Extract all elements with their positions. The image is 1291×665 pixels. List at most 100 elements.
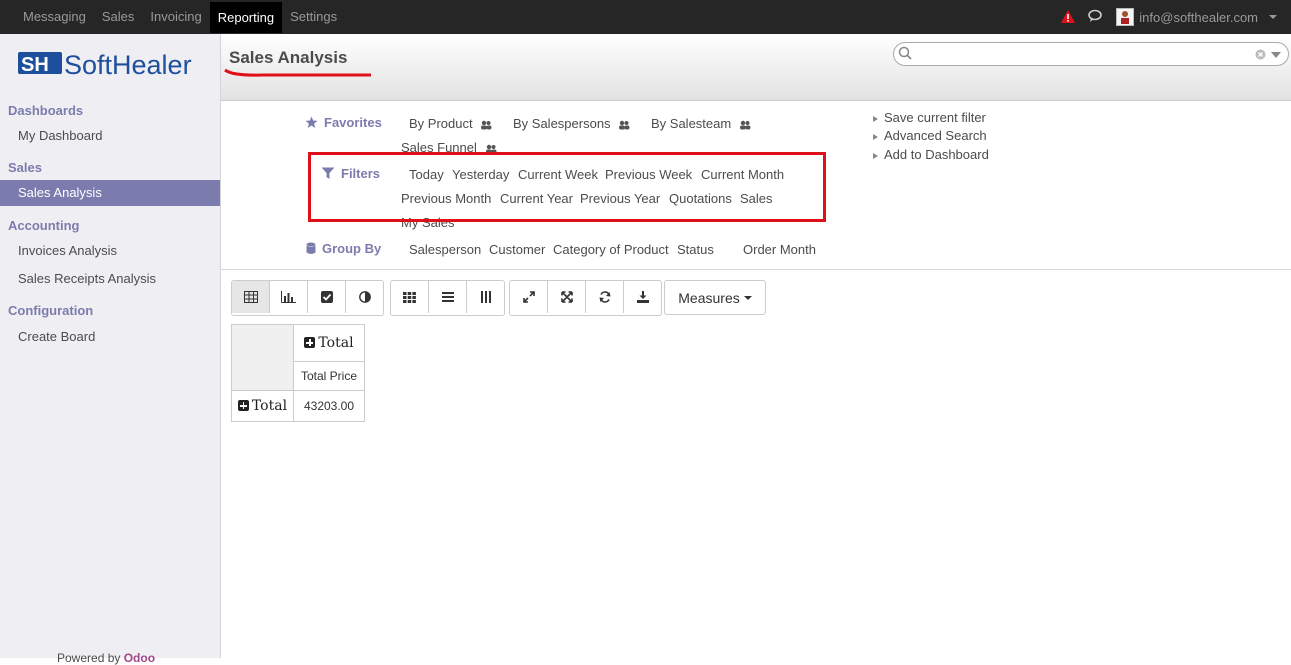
pivot-cell-value: 43203.00 (293, 390, 365, 422)
favorite-by-salespersons[interactable]: By Salespersons (513, 116, 630, 131)
sidebar-section-configuration: Configuration (8, 303, 94, 318)
clear-icon[interactable] (1255, 49, 1266, 60)
chevron-down-icon (743, 295, 752, 300)
favorite-label: By Salesteam (651, 116, 732, 131)
sidebar-section-sales: Sales (8, 160, 42, 175)
warning-icon[interactable] (1060, 9, 1076, 25)
powered-by: Powered by Odoo (57, 651, 155, 665)
caret-right-icon (873, 152, 878, 159)
pie-chart-icon (358, 291, 371, 303)
pivot-col-header[interactable]: Total (293, 324, 365, 362)
groupby-category-of-product[interactable]: Category of Product (553, 242, 669, 257)
table-icon (243, 291, 258, 303)
pivot-table: Total Total Price Total 43203.00 (231, 324, 365, 422)
groupby-customer[interactable]: Customer (489, 242, 545, 257)
refresh-icon (599, 291, 610, 303)
caret-right-icon (873, 133, 878, 140)
favorites-label: Favorites (324, 115, 382, 130)
grid-icon (403, 291, 416, 303)
powered-by-label: Powered by (57, 651, 121, 665)
search-icon (898, 46, 912, 60)
heatmap-button[interactable] (391, 281, 429, 313)
line-chart-button[interactable] (308, 281, 346, 313)
shared-users-icon (619, 120, 630, 130)
save-current-filter[interactable]: Save current filter (873, 110, 986, 125)
menu-sales[interactable]: Sales (94, 0, 143, 34)
red-underline-annotation (224, 68, 371, 77)
download-button[interactable] (624, 281, 661, 313)
measures-dropdown[interactable]: Measures (664, 280, 766, 315)
checkbox-icon (320, 291, 333, 303)
action-label: Add to Dashboard (884, 147, 989, 162)
menu-settings[interactable]: Settings (282, 0, 345, 34)
action-label: Save current filter (884, 110, 986, 125)
groupby-label: Group By (322, 241, 382, 256)
bar-chart-icon (281, 291, 296, 303)
svg-text:SoftHealer: SoftHealer (64, 50, 192, 80)
advanced-search[interactable]: Advanced Search (873, 128, 987, 143)
groupby-order-month[interactable]: Order Month (743, 242, 816, 257)
caret-right-icon (873, 115, 878, 122)
groupby-group: Group By (306, 241, 381, 256)
add-to-dashboard[interactable]: Add to Dashboard (873, 147, 989, 162)
groupby-status[interactable]: Status (677, 242, 714, 257)
search-box[interactable] (893, 42, 1289, 66)
chevron-down-icon (1269, 15, 1277, 19)
sidebar-item-create-board[interactable]: Create Board (0, 324, 220, 350)
sidebar-item-sales-analysis[interactable]: Sales Analysis (0, 180, 220, 206)
search-input[interactable] (916, 45, 1250, 65)
pivot-row-header[interactable]: Total (231, 390, 294, 422)
svg-text:SH: SH (21, 54, 49, 76)
database-icon (306, 242, 316, 254)
pivot-corner (231, 324, 294, 391)
col-header-label: Total (318, 335, 354, 351)
odoo-link[interactable]: Odoo (124, 651, 155, 665)
softhealer-logo[interactable]: SH SoftHealer (18, 48, 208, 82)
action-group (509, 280, 662, 316)
flip-axis-button[interactable] (548, 281, 586, 313)
row-heatmap-button[interactable] (429, 281, 467, 313)
favorites-group: Favorites (305, 115, 382, 130)
search-options-icon[interactable] (1271, 52, 1281, 58)
menu-reporting[interactable]: Reporting (209, 2, 283, 33)
favorite-label: By Product (409, 116, 473, 131)
chat-icon[interactable] (1088, 9, 1104, 26)
sidebar: SH SoftHealer Dashboards My Dashboard Sa… (0, 34, 221, 665)
action-label: Advanced Search (884, 128, 987, 143)
view-mode-group (231, 280, 384, 316)
pivot-view-button[interactable] (232, 281, 270, 313)
pivot-measure-header: Total Price (293, 361, 365, 391)
menu-messaging[interactable]: Messaging (15, 0, 94, 34)
row-header-label: Total (251, 398, 288, 414)
page-title: Sales Analysis (229, 48, 348, 67)
plus-square-icon (237, 400, 249, 411)
avatar (1116, 8, 1135, 26)
sidebar-item-invoices-analysis[interactable]: Invoices Analysis (0, 238, 220, 264)
arrows-icon (560, 291, 573, 303)
shared-users-icon (739, 120, 751, 130)
groupby-salesperson[interactable]: Salesperson (409, 242, 481, 257)
favorite-by-salesteam[interactable]: By Salesteam (651, 116, 751, 131)
sidebar-section-accounting: Accounting (8, 218, 80, 233)
sidebar-item-my-dashboard[interactable]: My Dashboard (0, 123, 220, 149)
expand-icon (522, 291, 535, 303)
pie-chart-button[interactable] (346, 281, 383, 313)
reload-button[interactable] (586, 281, 624, 313)
user-menu[interactable]: info@softhealer.com (1116, 8, 1277, 26)
columns-icon (480, 291, 491, 303)
chart-mode-group (390, 280, 505, 316)
sidebar-item-sales-receipts-analysis[interactable]: Sales Receipts Analysis (0, 266, 220, 292)
search-drawer: Favorites By Product By Salespersons By … (221, 101, 1291, 270)
red-highlight-box (308, 152, 826, 222)
menu-invoicing[interactable]: Invoicing (142, 0, 209, 34)
favorite-label: By Salespersons (513, 116, 611, 131)
shared-users-icon (481, 120, 492, 130)
bar-chart-button[interactable] (270, 281, 308, 313)
plus-square-icon (304, 337, 316, 348)
favorite-by-product[interactable]: By Product (409, 116, 492, 131)
col-heatmap-button[interactable] (467, 281, 504, 313)
expand-all-button[interactable] (510, 281, 548, 313)
top-navbar: Messaging Sales Invoicing Reporting Sett… (0, 0, 1291, 34)
list-icon (441, 292, 454, 302)
view-header: Sales Analysis (221, 34, 1291, 101)
